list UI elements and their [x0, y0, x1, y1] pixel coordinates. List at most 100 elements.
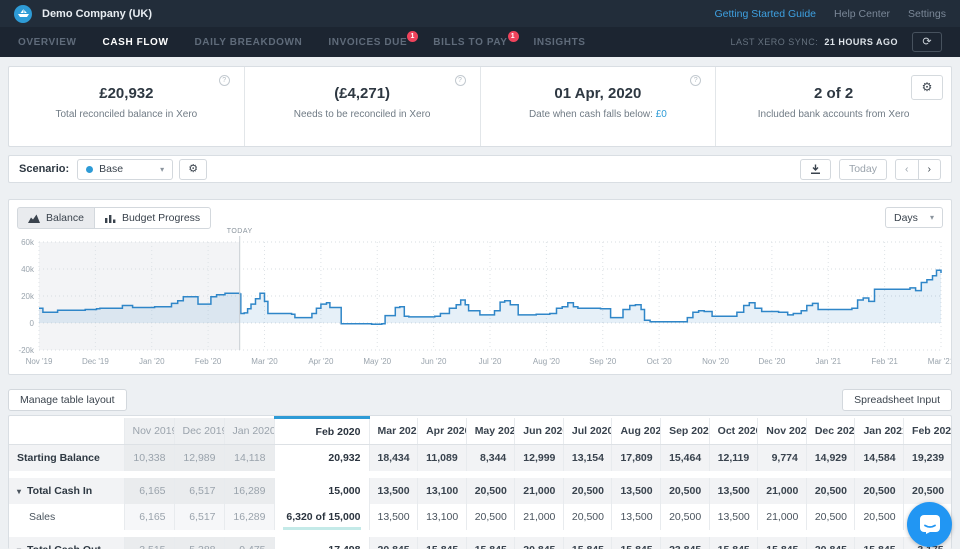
- table-cell[interactable]: 13,100: [417, 477, 467, 504]
- spreadsheet-input-button[interactable]: Spreadsheet Input: [842, 389, 952, 411]
- table-cell[interactable]: 15,845: [563, 536, 613, 549]
- table-cell[interactable]: 15,845: [757, 536, 807, 549]
- table-cell[interactable]: 5,388: [174, 536, 225, 549]
- table-cell[interactable]: 16,289: [224, 503, 275, 530]
- table-cell[interactable]: 10,338: [124, 444, 175, 471]
- table-cell[interactable]: 13,500: [369, 477, 419, 504]
- column-header[interactable]: Feb 2021: [903, 417, 951, 445]
- balance-view-button[interactable]: Balance: [17, 207, 95, 229]
- table-cell[interactable]: 13,100: [417, 503, 467, 530]
- table-cell[interactable]: 20,500: [854, 503, 905, 530]
- company-name[interactable]: Demo Company (UK): [42, 8, 152, 20]
- column-header[interactable]: Feb 2020: [274, 416, 370, 445]
- table-cell[interactable]: 20,845: [806, 536, 856, 549]
- bank-accounts-gear-button[interactable]: ⚙: [911, 75, 943, 100]
- row-label[interactable]: ▾ Total Cash In: [9, 477, 125, 504]
- help-center-link[interactable]: Help Center: [834, 8, 890, 20]
- column-header[interactable]: Mar 2020: [369, 417, 419, 445]
- getting-started-link[interactable]: Getting Started Guide: [714, 8, 816, 20]
- column-header[interactable]: Nov 2020: [757, 417, 807, 445]
- column-header[interactable]: Jul 2020: [563, 417, 613, 445]
- next-period-button[interactable]: ›: [917, 158, 941, 180]
- table-cell[interactable]: 6,165: [124, 477, 175, 504]
- table-cell[interactable]: 21,000: [757, 477, 807, 504]
- table-cell[interactable]: 13,500: [611, 477, 662, 504]
- column-header[interactable]: Oct 2020: [709, 417, 759, 445]
- table-cell[interactable]: 20,500: [806, 503, 856, 530]
- column-header[interactable]: Apr 2020: [417, 417, 467, 445]
- expand-row-icon[interactable]: ▾: [17, 546, 21, 549]
- table-cell[interactable]: 13,500: [369, 503, 419, 530]
- table-cell[interactable]: 21,000: [514, 503, 564, 530]
- column-header[interactable]: Jan 2021: [854, 417, 905, 445]
- tab-bills-to-pay[interactable]: BILLS TO PAY 1: [433, 30, 519, 48]
- cash-threshold-link[interactable]: £0: [656, 109, 667, 120]
- float-logo-icon[interactable]: [14, 4, 32, 23]
- table-cell[interactable]: 15,000: [274, 477, 370, 504]
- table-cell[interactable]: 21,000: [757, 503, 807, 530]
- table-cell[interactable]: 6,320 of 15,000: [274, 503, 370, 530]
- table-cell[interactable]: 6,165: [124, 503, 175, 530]
- table-cell[interactable]: 15,845: [709, 536, 759, 549]
- scenario-select[interactable]: Base ▾: [77, 158, 174, 180]
- column-header[interactable]: Dec 2019: [174, 417, 225, 445]
- table-cell[interactable]: 9,475: [224, 536, 275, 549]
- tab-daily-breakdown[interactable]: DAILY BREAKDOWN: [194, 37, 302, 48]
- table-cell[interactable]: 8,344: [466, 444, 516, 471]
- table-cell[interactable]: 12,999: [514, 444, 564, 471]
- table-cell[interactable]: 20,500: [466, 503, 516, 530]
- table-cell[interactable]: 20,500: [660, 503, 710, 530]
- table-cell[interactable]: 20,500: [903, 477, 951, 504]
- expand-row-icon[interactable]: ▾: [17, 487, 21, 496]
- table-cell[interactable]: 20,500: [563, 503, 613, 530]
- table-cell[interactable]: 18,434: [369, 444, 419, 471]
- granularity-select[interactable]: Days ▾: [885, 207, 943, 228]
- table-cell[interactable]: 15,845: [854, 536, 905, 549]
- help-icon[interactable]: ?: [454, 75, 466, 86]
- table-cell[interactable]: 14,929: [806, 444, 856, 471]
- column-header[interactable]: Aug 2020: [611, 417, 662, 445]
- table-cell[interactable]: 19,239: [903, 444, 951, 471]
- table-cell[interactable]: 9,774: [757, 444, 807, 471]
- refresh-sync-button[interactable]: ⟳: [912, 32, 942, 52]
- table-cell[interactable]: 17,498: [274, 536, 370, 549]
- table-cell[interactable]: 13,500: [709, 477, 759, 504]
- help-icon[interactable]: ?: [218, 75, 230, 86]
- table-cell[interactable]: 13,500: [709, 503, 759, 530]
- balance-chart[interactable]: TODAY 60k 40k 20k 0 -20k Nov '19 Dec '19 Jan '2…: [9, 228, 954, 372]
- column-header[interactable]: May 2020: [466, 417, 516, 445]
- table-cell[interactable]: 20,932: [274, 444, 370, 471]
- table-cell[interactable]: 13,500: [611, 503, 662, 530]
- manage-table-layout-button[interactable]: Manage table layout: [8, 389, 127, 411]
- column-header[interactable]: Jan 2020: [224, 417, 275, 445]
- table-cell[interactable]: 20,845: [369, 536, 419, 549]
- table-cell[interactable]: 13,154: [563, 444, 613, 471]
- table-cell[interactable]: 16,289: [224, 477, 275, 504]
- table-cell[interactable]: 15,845: [611, 536, 662, 549]
- table-cell[interactable]: 14,118: [224, 444, 275, 471]
- table-cell[interactable]: 20,500: [854, 477, 905, 504]
- row-label[interactable]: ▾ Total Cash Out: [9, 536, 125, 549]
- table-cell[interactable]: 20,500: [563, 477, 613, 504]
- column-header[interactable]: Sep 2020: [660, 417, 710, 445]
- today-button[interactable]: Today: [838, 158, 887, 180]
- table-cell[interactable]: 3,515: [124, 536, 175, 549]
- table-cell[interactable]: 20,500: [806, 477, 856, 504]
- table-cell[interactable]: 6,517: [174, 477, 225, 504]
- table-cell[interactable]: 15,464: [660, 444, 710, 471]
- column-header[interactable]: Nov 2019: [124, 417, 175, 445]
- export-button[interactable]: [799, 158, 831, 180]
- table-cell[interactable]: 20,500: [466, 477, 516, 504]
- table-cell[interactable]: 15,845: [466, 536, 516, 549]
- table-cell[interactable]: 12,119: [709, 444, 759, 471]
- tab-cash-flow[interactable]: CASH FLOW: [103, 37, 169, 48]
- table-cell[interactable]: 17,809: [611, 444, 662, 471]
- table-cell[interactable]: 15,845: [417, 536, 467, 549]
- tab-insights[interactable]: INSIGHTS: [534, 37, 586, 48]
- tab-overview[interactable]: OVERVIEW: [18, 37, 77, 48]
- column-header[interactable]: Dec 2020: [806, 417, 856, 445]
- table-cell[interactable]: 12,989: [174, 444, 225, 471]
- prev-period-button[interactable]: ‹: [895, 158, 919, 180]
- table-cell[interactable]: 11,089: [417, 444, 467, 471]
- chat-launcher-button[interactable]: [907, 502, 952, 547]
